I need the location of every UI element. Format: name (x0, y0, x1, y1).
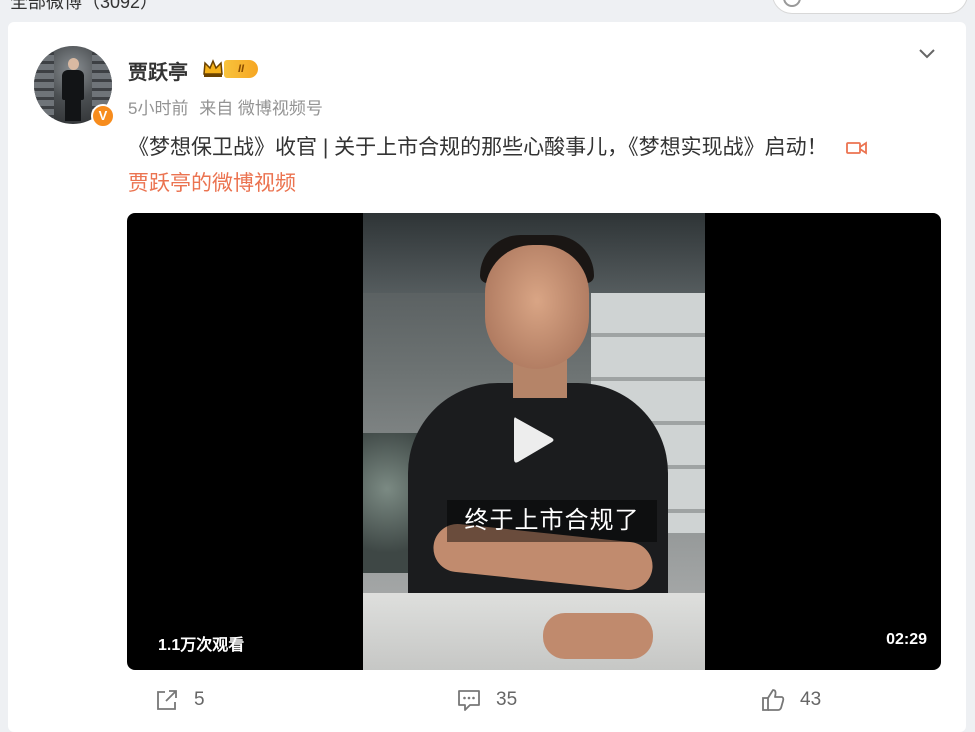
thumbnail-person (485, 245, 589, 369)
play-icon[interactable] (510, 413, 556, 467)
avatar-figure (62, 70, 84, 100)
thumbs-up-icon (762, 689, 785, 711)
video-player[interactable]: 终于上市合规了 1.1万次观看 02:29 (127, 213, 941, 670)
video-link[interactable]: 贾跃亭的微博视频 (128, 172, 296, 195)
chevron-down-icon[interactable] (918, 44, 936, 62)
share-count: 5 (194, 689, 205, 710)
comment-icon (458, 690, 480, 711)
post-source: 来自 微博视频号 (199, 99, 323, 118)
comment-count: 35 (496, 689, 518, 710)
post-text: 《梦想保卫战》收官 | 关于上市合规的那些心酸事儿，《梦想实现战》启动！ (128, 136, 828, 159)
avatar-figure (68, 58, 79, 70)
level-badge[interactable]: II (224, 60, 258, 78)
post-meta: 5小时前 来自 微博视频号 (128, 94, 323, 119)
comment-button[interactable]: 35 (456, 686, 517, 714)
crown-icon (203, 59, 223, 77)
search-icon (783, 0, 801, 7)
thumbnail-background (363, 593, 705, 670)
verified-badge: V (91, 104, 115, 128)
view-count: 1.1万次观看 (158, 637, 245, 654)
share-icon (157, 690, 177, 710)
weibo-post-card: V 贾跃亭 II 5小时前 来自 微博视频号 《梦想保卫战》收官 | 关于上市合… (8, 22, 966, 732)
like-count: 43 (800, 689, 822, 710)
video-duration: 02:29 (886, 631, 927, 648)
video-subtitle: 终于上市合规了 (447, 500, 657, 542)
feed-count-title: 全部微博（3092） (10, 0, 159, 12)
top-bar: 全部微博（3092） (0, 0, 975, 22)
share-button[interactable]: 5 (154, 686, 205, 714)
post-content: 《梦想保卫战》收官 | 关于上市合规的那些心酸事儿，《梦想实现战》启动！ 贾跃亭… (128, 130, 948, 202)
avatar-figure (65, 99, 81, 121)
thumbnail-person (543, 613, 653, 659)
like-button[interactable]: 43 (760, 686, 821, 714)
search-input[interactable] (772, 0, 968, 14)
username[interactable]: 贾跃亭 (128, 56, 188, 85)
timestamp[interactable]: 5小时前 (128, 99, 188, 118)
avatar-background (34, 46, 54, 124)
video-camera-icon (845, 141, 867, 155)
